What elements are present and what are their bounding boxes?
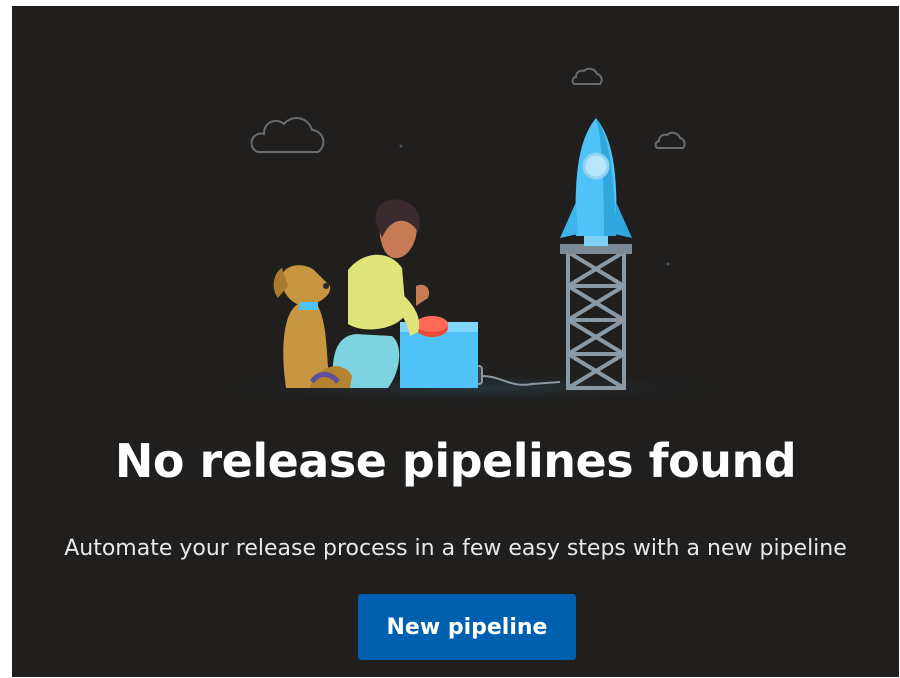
rocket-icon bbox=[560, 118, 632, 246]
dog-icon bbox=[273, 265, 352, 388]
cloud-icon bbox=[571, 67, 603, 85]
empty-state-title: No release pipelines found bbox=[114, 434, 797, 488]
empty-state-illustration bbox=[202, 67, 742, 404]
cloud-icon bbox=[250, 117, 325, 153]
empty-state-description: Automate your release process in a few e… bbox=[64, 536, 847, 561]
empty-state-panel: No release pipelines found Automate your… bbox=[12, 6, 899, 677]
cloud-icon bbox=[654, 131, 686, 149]
new-pipeline-button[interactable]: New pipeline bbox=[358, 594, 576, 660]
launch-tower-icon bbox=[566, 250, 626, 390]
